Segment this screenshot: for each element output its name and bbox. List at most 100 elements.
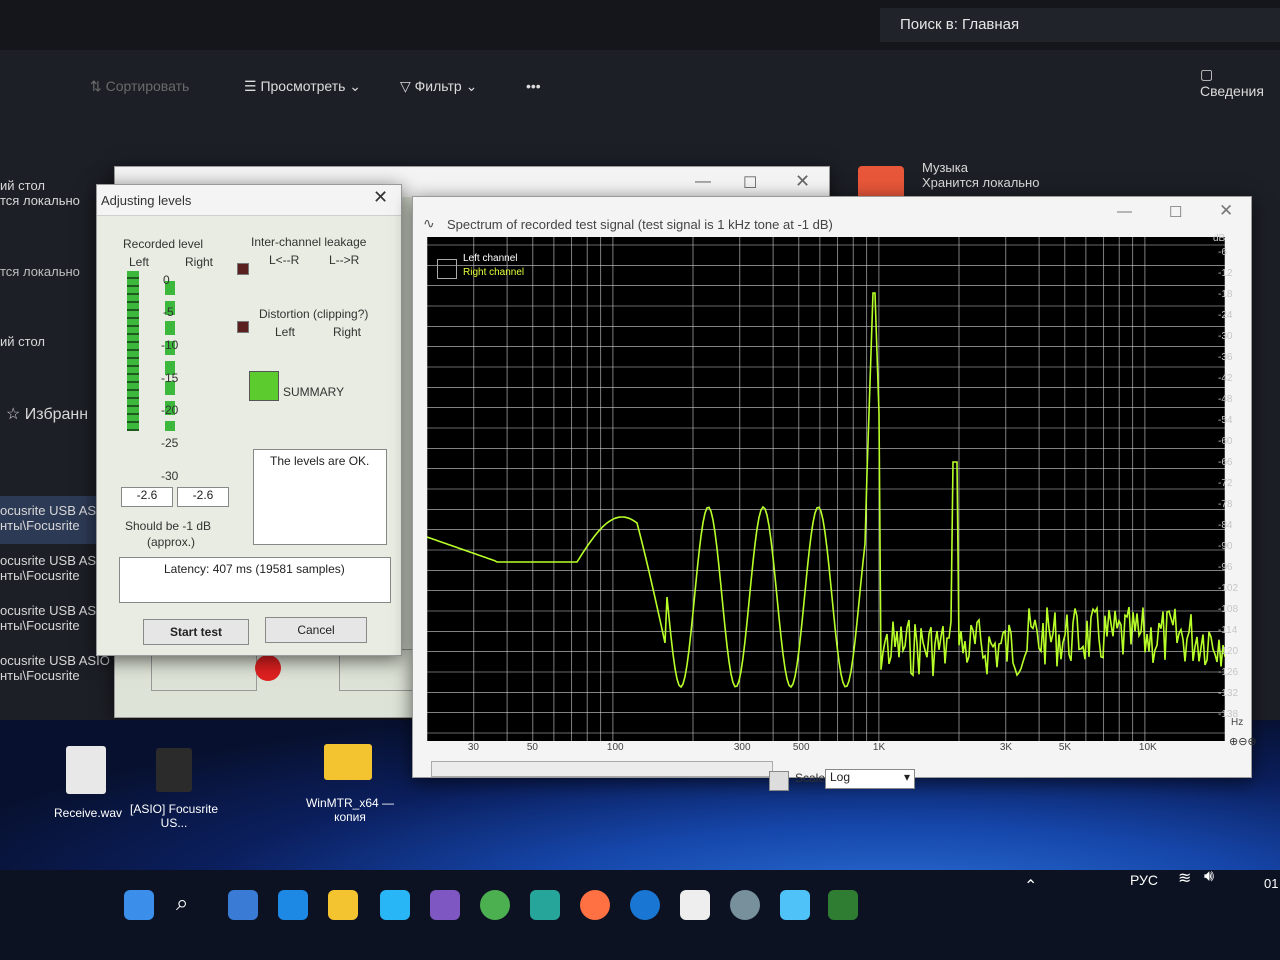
leakage-led <box>237 263 249 275</box>
scale-value: Log <box>830 770 851 784</box>
close-icon[interactable]: ✕ <box>1219 201 1233 221</box>
legend-icon <box>437 259 457 279</box>
visual-studio-icon[interactable] <box>430 890 460 920</box>
firefox-icon[interactable] <box>580 890 610 920</box>
search-input[interactable]: Поиск в: Главная <box>880 8 1280 42</box>
chevron-down-icon: ▾ <box>903 770 910 784</box>
spectrum-title: Spectrum of recorded test signal (test s… <box>447 217 833 232</box>
dialog-title: Adjusting levels <box>101 193 192 208</box>
file-sub: нты\Focusrite <box>0 618 80 633</box>
sidebar-item-desktop[interactable]: ий стол тся локально <box>0 178 80 208</box>
distortion-led <box>237 321 249 333</box>
music-item[interactable]: Музыка Хранится локально <box>922 160 1039 190</box>
language-indicator[interactable]: РУС <box>1130 872 1158 888</box>
file-row[interactable]: ocusrite USB ASIO нты\Focusrite <box>0 503 110 533</box>
network-tool-icon[interactable] <box>530 890 560 920</box>
file-sub: нты\Focusrite <box>0 518 80 533</box>
desktop-icon-label[interactable]: WinMTR_x64 — копия <box>300 796 400 824</box>
scale-select[interactable]: Log ▾ <box>825 769 915 789</box>
x-tick-label: 3K <box>999 742 1013 753</box>
close-icon[interactable]: ✕ <box>373 187 388 208</box>
horizontal-scrollbar[interactable] <box>431 761 773 777</box>
minimize-icon[interactable]: — <box>695 173 711 191</box>
view-button[interactable]: ☰ Просмотреть ⌄ <box>244 78 361 95</box>
more-button[interactable]: ••• <box>526 78 541 94</box>
filter-label: Фильтр <box>414 78 462 94</box>
filter-button[interactable]: ▽ Фильтр ⌄ <box>400 78 477 95</box>
maximize-icon[interactable]: ☐ <box>1169 203 1182 221</box>
details-button[interactable]: ▢ Сведения <box>1200 66 1280 99</box>
y-tick-label: -132 <box>1218 688 1239 699</box>
photos-icon[interactable] <box>780 890 810 920</box>
sidebar-item-sub[interactable]: тся локально <box>0 264 80 279</box>
start-icon[interactable] <box>124 890 154 920</box>
clock[interactable]: 01 <box>1264 876 1278 891</box>
adjusting-levels-dialog: Adjusting levels ✕ Recorded level Left R… <box>96 184 402 656</box>
sidebar-item-desktop-2[interactable]: ий стол <box>0 334 45 349</box>
volume-icon[interactable]: 🔊︎ <box>1204 868 1214 886</box>
y-tick-label: -96 <box>1218 562 1233 573</box>
y-tick-label: -78 <box>1218 499 1233 510</box>
favorites-item[interactable]: ☆ Избранн <box>6 404 88 424</box>
settings-icon[interactable] <box>730 890 760 920</box>
filter-icon: ▽ <box>400 78 415 94</box>
firefox-shortcut-icon[interactable] <box>156 748 192 792</box>
desktop-icon-label[interactable]: Receive.wav <box>46 806 130 820</box>
k-app-icon[interactable] <box>680 890 710 920</box>
leak-rl-label: L-->R <box>329 253 360 267</box>
record-icon[interactable] <box>255 655 281 681</box>
scale-tick: -20 <box>161 403 179 417</box>
minimize-icon[interactable]: — <box>1117 203 1132 220</box>
y-tick-label: -90 <box>1218 541 1233 552</box>
y-tick-label: -42 <box>1218 373 1233 384</box>
mail-icon[interactable] <box>228 890 258 920</box>
y-unit: dB <box>1213 233 1226 244</box>
cancel-button[interactable]: Cancel <box>265 617 367 643</box>
search-icon[interactable]: ⌕ <box>176 890 206 920</box>
spectrum-chart <box>426 237 1226 741</box>
zoom-icons[interactable]: ⊕⊖⊕ <box>1229 735 1269 749</box>
y-tick-label: -18 <box>1218 289 1233 300</box>
rmaa-icon[interactable] <box>828 890 858 920</box>
scale-tick: -30 <box>161 469 179 483</box>
y-tick-label: -126 <box>1218 667 1239 678</box>
sort-button[interactable]: ⇅ Сортировать <box>90 78 189 95</box>
file-title: ocusrite USB ASIO <box>0 603 110 618</box>
x-tick-label: 500 <box>792 742 810 753</box>
y-tick-label: -60 <box>1218 436 1233 447</box>
spectrum-app-icon: ∿ <box>423 215 435 231</box>
y-tick-label: -102 <box>1218 583 1239 594</box>
folder-icon[interactable] <box>324 744 372 780</box>
music-sub: Хранится локально <box>922 175 1040 190</box>
close-icon[interactable]: ✕ <box>795 171 810 192</box>
y-tick-label: -24 <box>1218 310 1233 321</box>
start-test-button[interactable]: Start test <box>143 619 249 645</box>
view-icon: ☰ <box>244 78 261 94</box>
save-icon[interactable] <box>769 771 789 791</box>
y-tick-label: -72 <box>1218 478 1233 489</box>
desktop-icon-label[interactable]: [ASIO] Focusrite US... <box>126 802 222 830</box>
chrome-icon[interactable] <box>480 890 510 920</box>
left-level-value: -2.6 <box>121 487 173 507</box>
maximize-icon[interactable]: ☐ <box>743 173 757 193</box>
wifi-icon[interactable]: ≋ <box>1178 868 1191 888</box>
file-sub: нты\Focusrite <box>0 568 80 583</box>
file-row[interactable]: ocusrite USB ASIO нты\Focusrite <box>0 603 110 633</box>
y-tick-label: -54 <box>1218 415 1233 426</box>
cloud-icon[interactable] <box>380 890 410 920</box>
file-title: ocusrite USB ASIO <box>0 553 110 568</box>
file-title: ocusrite USB ASIO <box>0 503 110 518</box>
legend-right: Right channel <box>463 267 525 278</box>
scale-tick: -15 <box>161 371 179 385</box>
wav-file-icon[interactable] <box>66 746 106 794</box>
chevron-up-icon[interactable]: ⌃ <box>1024 876 1037 896</box>
scale-label: Scale <box>795 771 826 785</box>
file-explorer-icon[interactable] <box>328 890 358 920</box>
file-row[interactable]: ocusrite USB ASIO t нты\Focusrite <box>0 653 117 683</box>
file-row[interactable]: ocusrite USB ASIO нты\Focusrite <box>0 553 110 583</box>
file-sub: нты\Focusrite <box>0 668 80 683</box>
sort-label: Сортировать <box>105 78 190 94</box>
vscode-icon[interactable] <box>278 890 308 920</box>
scale-tick: 0 <box>163 273 170 287</box>
app-store-icon[interactable] <box>630 890 660 920</box>
